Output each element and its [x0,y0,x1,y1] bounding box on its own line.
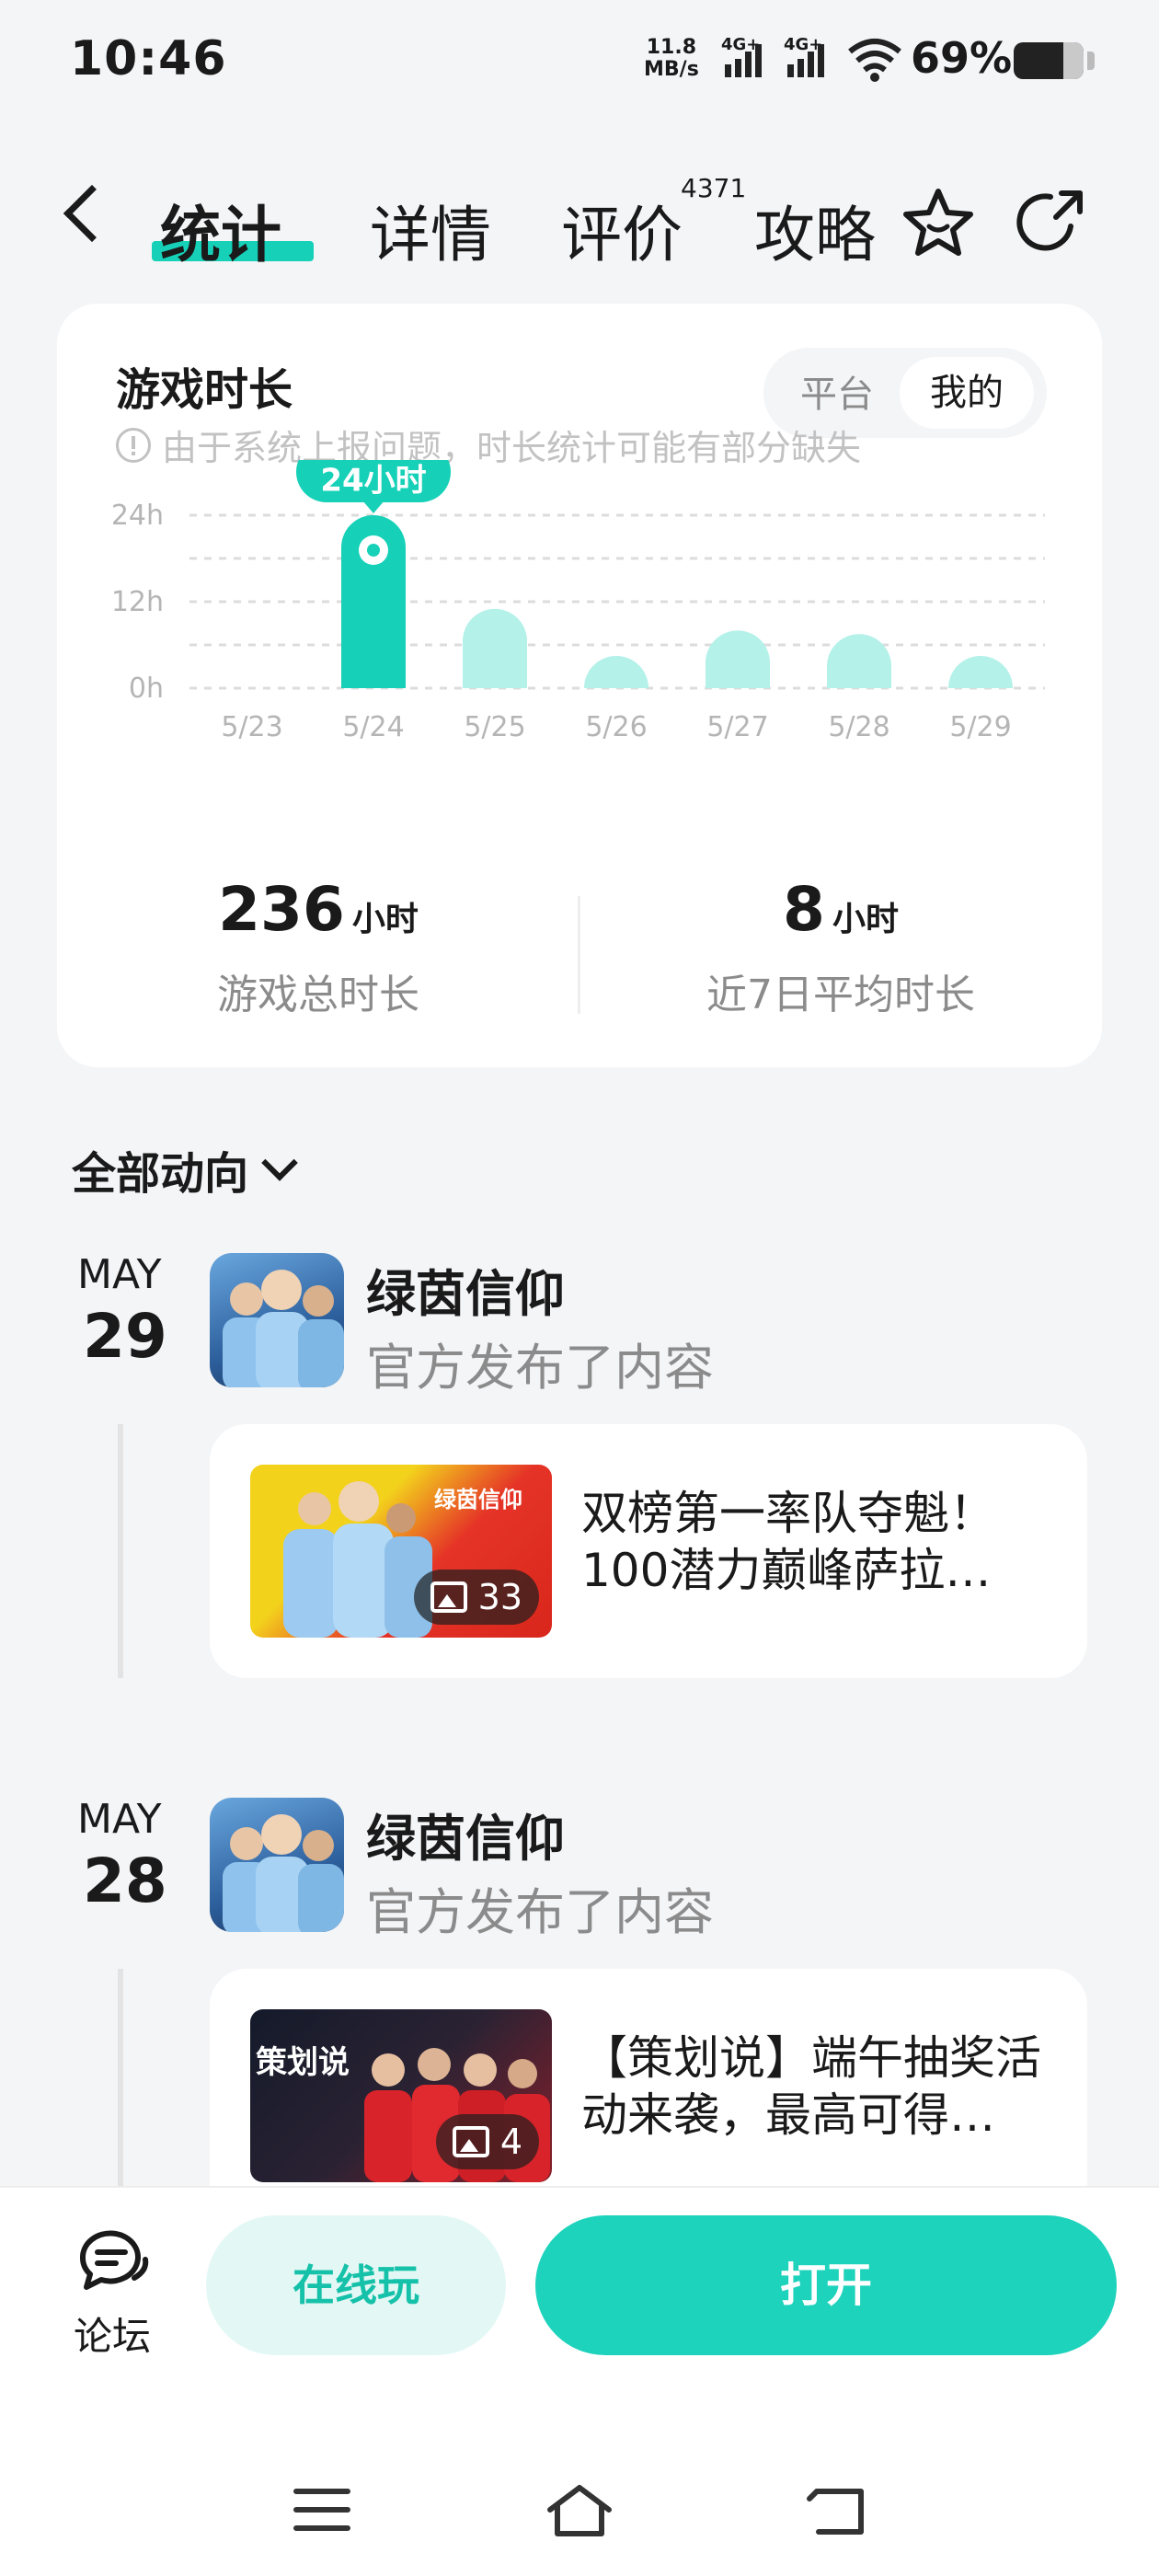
entry-action: 官方发布了内容 [366,1339,714,1397]
avg-playtime-unit: 小时 [832,901,899,938]
x-tick-label: 5/27 [706,711,768,743]
timeline-line [118,1969,123,2190]
tab-stats[interactable]: 统计 [160,186,281,274]
forum-button[interactable]: 论坛 [57,2225,167,2362]
feed-filter-label: 全部动向 [72,1148,249,1200]
post-thumbnail: 绿茵信仰 33 [250,1465,552,1638]
image-icon [430,1581,467,1613]
y-tick-label: 24h [111,500,164,532]
x-tick-label: 5/23 [221,711,282,743]
tab-guides[interactable]: 攻略 [754,186,876,274]
x-tick-label: 5/25 [464,711,525,743]
bar [706,630,770,688]
online-play-button[interactable]: 在线玩 [206,2215,506,2355]
total-playtime-value: 236 [218,874,345,945]
entry-day: 28 [83,1846,167,1916]
bar-marker-dot [367,544,380,557]
post-title: 双榜第一率队夺魁！ 100潜力巅峰萨拉… [581,1485,1060,1599]
home-icon[interactable] [545,2482,614,2541]
back-icon[interactable] [63,184,121,243]
post-title-line-1: 【策划说】端午抽奖活 [581,2031,1041,2085]
toggle-platform[interactable]: 平台 [800,364,874,418]
post-title-line-1: 双榜第一率队夺魁！ [581,1487,995,1540]
post-title-line-2: 100潜力巅峰萨拉… [581,1544,992,1597]
image-count-badge: 4 [435,2114,539,2169]
battery-percent: 69% [911,33,1013,83]
bar [584,656,648,688]
entry-day: 29 [83,1301,167,1372]
play-time-chart: 0h 12h 24h 5/23 24小时 5/24 5/25 5/26 5/27 5/28 5/29 [111,460,1045,743]
entry-action: 官方发布了内容 [366,1883,714,1941]
network-speed: 11.8 MB/s [644,36,699,81]
star-icon[interactable] [900,184,977,261]
y-tick-label: 0h [129,673,164,705]
tab-details[interactable]: 详情 [370,186,491,274]
entry-author[interactable]: 绿茵信仰 [366,1253,565,1326]
back-nav-icon[interactable] [806,2482,870,2541]
share-icon[interactable] [1014,184,1091,261]
feed-filter-dropdown[interactable]: 全部动向 [72,1137,298,1202]
chevron-down-icon [261,1144,298,1181]
post-thumbnail: 策划说 4 [250,2009,552,2182]
wifi-icon [848,39,901,82]
post-title-line-2: 动来袭，最高可得… [581,2088,995,2142]
entry-author[interactable]: 绿茵信仰 [366,1798,565,1870]
avg-playtime: 8 小时 近7日平均时长 [580,874,1102,1020]
tab-reviews[interactable]: 评价 [561,186,683,274]
image-count: 4 [499,2122,522,2162]
post-card[interactable]: 策划说 4 【策划说】端午抽奖活 动来袭，最高可得… [210,1969,1087,2223]
signal-icon-2: 4G+ [784,35,835,85]
tooltip-pointer [362,500,384,513]
x-tick-label: 5/24 [342,711,404,743]
avg-playtime-label: 近7日平均时长 [706,972,975,1018]
open-button[interactable]: 打开 [535,2215,1117,2355]
avg-playtime-value: 8 [783,874,825,945]
total-playtime-unit: 小时 [351,901,419,938]
battery-icon [1014,42,1095,79]
forum-label: 论坛 [73,2314,151,2359]
bar [463,608,527,688]
review-count-badge: 4371 [681,173,747,203]
x-tick-label: 5/28 [828,711,889,743]
tooltip-label: 24小时 [320,463,426,500]
game-avatar[interactable] [210,1798,344,1932]
status-bar: 10:46 11.8 MB/s 4G+ 4G+ 69% [0,0,1159,120]
image-count-badge: 33 [413,1570,539,1625]
timeline-line [118,1424,123,1678]
x-tick-label: 5/26 [585,711,647,743]
y-tick-label: 12h [111,586,164,618]
menu-icon[interactable] [291,2482,353,2537]
bar [948,656,1013,688]
thumb-brand: 绿茵信仰 [434,1487,522,1512]
bar [827,634,891,688]
signal-icon: 4G+ [721,35,773,85]
image-icon [452,2126,489,2157]
post-card[interactable]: 绿茵信仰 33 双榜第一率队夺魁！ 100潜力巅峰萨拉… [210,1424,1087,1678]
top-nav: 统计 详情 评价 4371 攻略 [0,166,1159,276]
image-count: 33 [477,1577,522,1617]
chat-bubble-icon [79,2230,149,2290]
toggle-mine[interactable]: 我的 [900,357,1034,429]
play-time-card: 游戏时长 平台 我的 由于系统上报问题，时长统计可能有部分缺失 0h 12h 24h… [57,304,1102,1067]
entry-month: MAY [77,1251,162,1298]
summary: 236 小时 游戏总时长 8 小时 近7日平均时长 [57,874,1102,1058]
thumb-title: 策划说 [256,2044,350,2081]
bottom-action-bar: 论坛 在线玩 打开 [0,2186,1159,2576]
total-playtime: 236 小时 游戏总时长 [57,874,580,1020]
card-title: 游戏时长 [116,364,293,416]
info-icon [116,427,151,463]
x-tick-label: 5/29 [949,711,1011,743]
entry-month: MAY [77,1796,162,1843]
total-playtime-label: 游戏总时长 [217,972,419,1018]
clock: 10:46 [70,31,227,86]
game-avatar[interactable] [210,1253,344,1387]
post-title: 【策划说】端午抽奖活 动来袭，最高可得… [581,2030,1060,2144]
